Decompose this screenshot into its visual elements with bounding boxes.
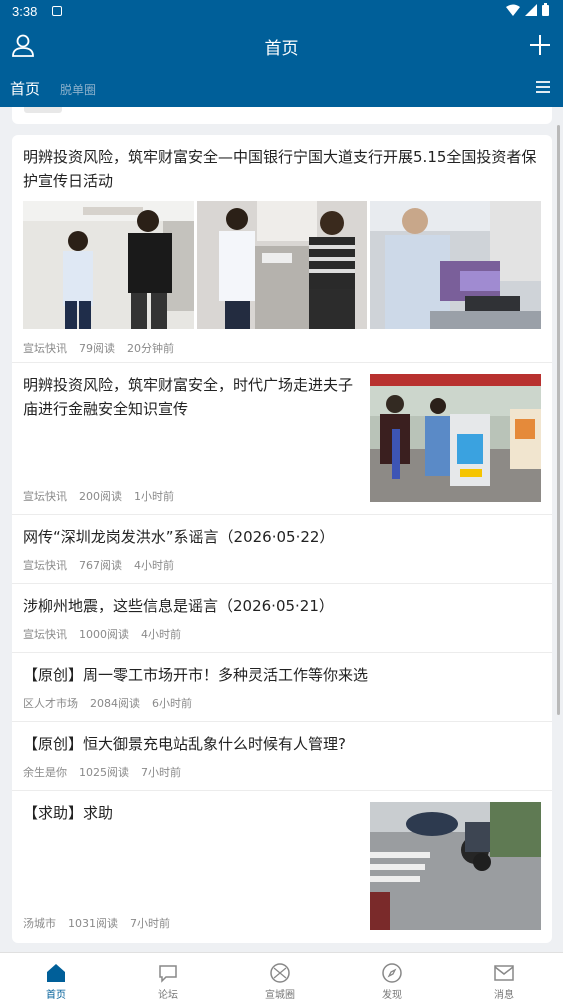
item-time: 4小时前	[141, 628, 181, 641]
item-title: 【原创】恒大御景充电站乱象什么时候有人管理?	[23, 735, 346, 753]
news-photo	[370, 374, 541, 502]
item-title: 【求助】求助	[23, 804, 114, 822]
wifi-icon	[506, 4, 520, 16]
nav-home[interactable]: 首页	[0, 953, 112, 1002]
nav-discover[interactable]: 发现	[336, 953, 448, 1002]
item-source: 宣坛快讯	[23, 559, 67, 572]
item-meta: 余生是你 1025阅读 7小时前	[23, 764, 541, 780]
nav-forum[interactable]: 论坛	[112, 953, 224, 1002]
item-meta: 汤城市 1031阅读 7小时前	[23, 915, 170, 931]
item-source: 区人才市场	[23, 697, 78, 710]
add-icon[interactable]	[527, 32, 553, 58]
item-time: 7小时前	[141, 766, 181, 779]
app-header: 3:38 首页 首页 脱单圈	[0, 0, 563, 107]
list-item[interactable]: 涉柳州地震，这些信息是谣言（2026·05·21） 宣坛快讯 1000阅读 4小…	[12, 584, 552, 653]
item-reads: 200阅读	[79, 490, 122, 503]
tab-bar: 首页 脱单圈	[0, 72, 563, 104]
news-photo	[196, 201, 368, 329]
item-time: 7小时前	[130, 917, 170, 930]
item-source: 余生是你	[23, 766, 67, 779]
item-title: 涉柳州地震，这些信息是谣言（2026·05·21）	[23, 597, 334, 615]
thumbnail-row	[23, 201, 542, 329]
item-title: 网传“深圳龙岗发洪水”系谣言（2026·05·22）	[23, 528, 335, 546]
item-source: 汤城市	[23, 917, 56, 930]
item-time: 4小时前	[134, 559, 174, 572]
bottom-nav: 首页 论坛 宣城圈 发现 消息	[0, 952, 563, 1002]
previous-card-edge	[12, 107, 552, 124]
nav-label: 发现	[382, 990, 402, 1001]
status-bar: 3:38	[0, 0, 563, 24]
circle-icon	[270, 963, 290, 983]
item-source: 宣坛快讯	[23, 342, 67, 355]
item-reads: 767阅读	[79, 559, 122, 572]
nav-label: 论坛	[158, 990, 178, 1001]
tab-home[interactable]: 首页	[10, 78, 40, 99]
list-item[interactable]: 【原创】周一零工市场开市！多种灵活工作等你来选 区人才市场 2084阅读 6小时…	[12, 653, 552, 722]
feed-scroll-area[interactable]: 明辨投资风险，筑牢财富安全—中国银行宁国大道支行开展5.15全国投资者保护宣传日…	[0, 107, 563, 952]
item-meta: 区人才市场 2084阅读 6小时前	[23, 695, 541, 711]
item-source: 宣坛快讯	[23, 490, 67, 503]
nav-label: 宣城圈	[265, 990, 295, 1001]
nav-label: 首页	[46, 990, 66, 1001]
status-icons	[506, 3, 549, 16]
item-meta: 宣坛快讯 79阅读 20分钟前	[23, 340, 541, 356]
item-time: 20分钟前	[127, 342, 174, 355]
page-title: 首页	[264, 39, 299, 59]
list-item[interactable]: 网传“深圳龙岗发洪水”系谣言（2026·05·22） 宣坛快讯 767阅读 4小…	[12, 515, 552, 584]
news-photo	[370, 201, 542, 329]
list-item[interactable]: 【求助】求助 汤城市 1031阅读 7小时前	[12, 791, 552, 943]
menu-icon[interactable]	[535, 79, 551, 95]
list-item[interactable]: 【原创】恒大御景充电站乱象什么时候有人管理? 余生是你 1025阅读 7小时前	[12, 722, 552, 791]
item-title: 明辨投资风险，筑牢财富安全，时代广场走进夫子庙进行金融安全知识宣传	[23, 376, 354, 418]
item-meta: 宣坛快讯 767阅读 4小时前	[23, 557, 541, 573]
list-item[interactable]: 明辨投资风险，筑牢财富安全—中国银行宁国大道支行开展5.15全国投资者保护宣传日…	[12, 135, 552, 363]
chat-bubble-icon	[159, 965, 177, 983]
signal-icon	[525, 3, 537, 16]
scrollbar[interactable]	[557, 125, 560, 715]
notification-icon	[52, 6, 62, 16]
news-photo	[23, 201, 194, 329]
home-icon	[47, 964, 65, 982]
item-meta: 宣坛快讯 1000阅读 4小时前	[23, 626, 541, 642]
mail-icon	[494, 965, 514, 981]
item-reads: 1031阅读	[68, 917, 118, 930]
compass-icon	[382, 963, 402, 983]
nav-circle[interactable]: 宣城圈	[224, 953, 336, 1002]
nav-label: 消息	[494, 990, 514, 1001]
item-time: 6小时前	[152, 697, 192, 710]
item-reads: 1025阅读	[79, 766, 129, 779]
item-title: 【原创】周一零工市场开市！多种灵活工作等你来选	[23, 666, 369, 684]
list-item[interactable]: 明辨投资风险，筑牢财富安全，时代广场走进夫子庙进行金融安全知识宣传 宣坛快讯 2…	[12, 363, 552, 515]
news-feed: 明辨投资风险，筑牢财富安全—中国银行宁国大道支行开展5.15全国投资者保护宣传日…	[12, 135, 552, 943]
top-bar: 首页	[0, 24, 563, 68]
item-meta: 宣坛快讯 200阅读 1小时前	[23, 488, 174, 504]
nav-messages[interactable]: 消息	[448, 953, 560, 1002]
item-time: 1小时前	[134, 490, 174, 503]
item-reads: 79阅读	[79, 342, 115, 355]
battery-icon	[542, 3, 549, 16]
item-reads: 1000阅读	[79, 628, 129, 641]
tab-singles[interactable]: 脱单圈	[60, 81, 96, 98]
item-source: 宣坛快讯	[23, 628, 67, 641]
item-title: 明辨投资风险，筑牢财富安全—中国银行宁国大道支行开展5.15全国投资者保护宣传日…	[23, 148, 537, 190]
news-photo	[370, 802, 541, 930]
status-time: 3:38	[12, 4, 38, 19]
previous-card-tag	[24, 107, 62, 113]
item-reads: 2084阅读	[90, 697, 140, 710]
